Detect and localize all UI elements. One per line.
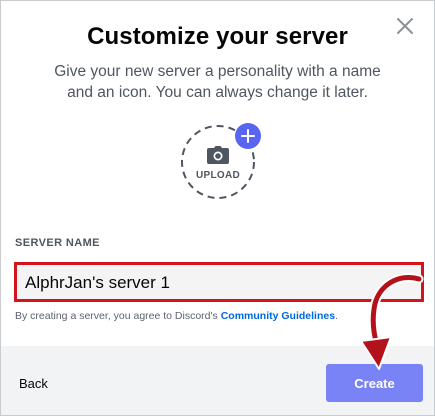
create-server-dialog: Customize your server Give your new serv…: [0, 0, 435, 416]
dialog-subtitle: Give your new server a personality with …: [54, 63, 381, 101]
dialog-title: Customize your server: [87, 23, 348, 50]
add-icon-badge[interactable]: [235, 123, 261, 149]
create-button[interactable]: Create: [326, 364, 423, 402]
plus-icon: [241, 129, 255, 143]
terms-prefix: By creating a server, you agree to Disco…: [15, 310, 218, 322]
server-name-label: SERVER NAME: [15, 237, 100, 249]
server-name-highlight: [14, 262, 424, 302]
server-name-input[interactable]: [17, 265, 421, 299]
camera-icon: [207, 146, 229, 164]
dialog-footer: Back Create: [1, 346, 434, 415]
terms-text: By creating a server, you agree to Disco…: [15, 310, 338, 322]
back-button[interactable]: Back: [19, 376, 48, 391]
terms-suffix: .: [335, 310, 338, 322]
upload-label: UPLOAD: [195, 170, 241, 181]
community-guidelines-link[interactable]: Community Guidelines: [221, 310, 335, 322]
